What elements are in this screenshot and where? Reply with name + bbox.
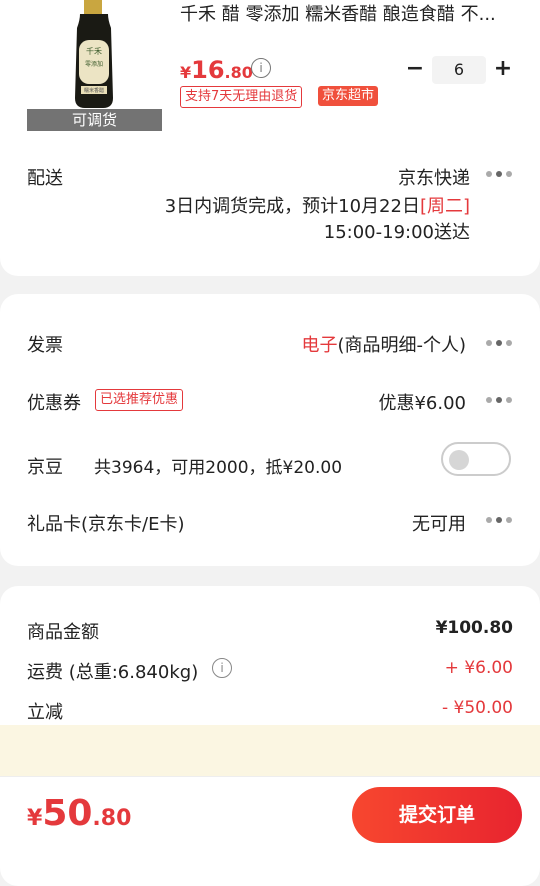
- submit-order-button[interactable]: 提交订单: [352, 787, 522, 843]
- store-tag: 京东超市: [318, 86, 379, 106]
- bottle-sub-text: 糯米香醋: [84, 87, 104, 94]
- giftcard-value[interactable]: 无可用: [412, 510, 466, 536]
- quantity-minus-button[interactable]: −: [404, 56, 426, 82]
- delivery-estimate-text: 3日内调货完成，预计10月22日: [164, 196, 420, 217]
- return-policy-tag: 支持7天无理由退货: [180, 86, 303, 108]
- invoice-more-icon[interactable]: [486, 338, 512, 348]
- delivery-estimate: 3日内调货完成，预计10月22日[周二]: [165, 192, 470, 218]
- jingdou-detail: 共3964，可用2000，抵¥20.00: [94, 458, 343, 478]
- invoice-detail: (商品明细-个人): [337, 335, 466, 356]
- coupon-recommended-badge: 已选推荐优惠: [95, 389, 184, 411]
- bottle-brand-text: 千禾: [86, 46, 102, 56]
- shipping-label: 运费 (总重:6.840kg): [27, 662, 199, 683]
- price-integer: 16: [191, 56, 225, 84]
- shipping-info-icon[interactable]: i: [212, 658, 232, 678]
- delivery-carrier[interactable]: 京东快递: [398, 164, 470, 190]
- delivery-weekday: [周二]: [419, 196, 470, 217]
- promo-banner: [0, 725, 540, 777]
- toggle-knob: [449, 450, 469, 470]
- quantity-plus-button[interactable]: +: [492, 56, 514, 82]
- discount-label: 立减: [27, 702, 63, 723]
- checkout-bar: ¥50.80 提交订单: [0, 776, 540, 852]
- shipping-value: + ¥6.00: [444, 658, 513, 678]
- total-decimal: .80: [92, 806, 132, 831]
- price-symbol: ¥: [180, 63, 192, 82]
- price-info-icon[interactable]: i: [251, 58, 271, 78]
- goods-amount-value: ¥100.80: [435, 618, 513, 638]
- bottle-label-text: 零添加: [85, 60, 103, 68]
- coupon-label: 优惠券: [27, 393, 81, 414]
- discount-value: - ¥50.00: [441, 698, 513, 718]
- product-title[interactable]: 千禾 醋 零添加 糯米香醋 酿造食醋 不...: [180, 0, 520, 26]
- coupon-more-icon[interactable]: [486, 395, 512, 405]
- giftcard-label: 礼品卡(京东卡/E卡): [27, 514, 185, 535]
- coupon-value[interactable]: 优惠¥6.00: [378, 389, 466, 415]
- total-symbol: ¥: [27, 806, 43, 831]
- invoice-value[interactable]: 电子(商品明细-个人): [301, 331, 466, 357]
- total-price: ¥50.80: [27, 793, 131, 834]
- image-caption: 可调货: [27, 109, 162, 131]
- jingdou-label: 京豆: [27, 457, 63, 478]
- jingdou-toggle[interactable]: [441, 442, 511, 476]
- product-card: 千禾 零添加 糯米香醋 可调货 千禾 醋 零添加 糯米香醋 酿造食醋 不... …: [0, 0, 540, 276]
- invoice-type: 电子: [301, 335, 338, 356]
- product-price: ¥16.80: [180, 56, 253, 84]
- total-integer: 50: [42, 793, 93, 834]
- goods-amount-label: 商品金额: [27, 622, 99, 643]
- invoice-label: 发票: [27, 335, 63, 356]
- giftcard-more-icon[interactable]: [486, 515, 512, 525]
- quantity-input[interactable]: 6: [432, 56, 486, 84]
- delivery-label: 配送: [27, 168, 63, 189]
- order-options-card: 发票 电子(商品明细-个人) 优惠券 已选推荐优惠 优惠¥6.00 京豆 共39…: [0, 294, 540, 566]
- delivery-more-icon[interactable]: [486, 169, 512, 179]
- price-decimal: .80: [224, 63, 253, 82]
- product-image[interactable]: 千禾 零添加 糯米香醋 可调货: [27, 0, 162, 131]
- delivery-time-window: 15:00-19:00送达: [323, 222, 470, 243]
